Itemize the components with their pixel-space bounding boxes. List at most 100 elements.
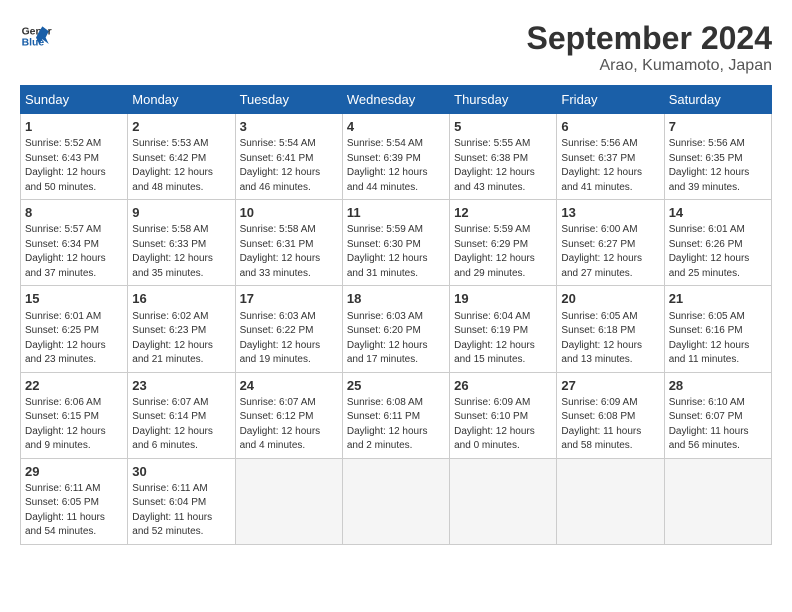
day-number: 8	[25, 204, 123, 222]
day-number: 12	[454, 204, 552, 222]
day-info: Sunrise: 6:06 AMSunset: 6:15 PMDaylight:…	[25, 396, 123, 454]
day-info: Sunrise: 6:01 AMSunset: 6:26 PMDaylight:…	[669, 223, 767, 281]
day-info: Sunrise: 6:03 AMSunset: 6:22 PMDaylight:…	[240, 310, 338, 368]
table-row: 20 Sunrise: 6:05 AMSunset: 6:18 PMDayligh…	[557, 286, 664, 372]
table-row: 26Sunrise: 6:09 AMSunset: 6:10 PMDayligh…	[450, 372, 557, 458]
day-info: Sunrise: 6:07 AMSunset: 6:12 PMDaylight:…	[240, 396, 338, 454]
day-number: 2	[132, 118, 230, 136]
day-number: 17	[240, 290, 338, 308]
day-number: 9	[132, 204, 230, 222]
table-row: 13Sunrise: 6:00 AMSunset: 6:27 PMDayligh…	[557, 200, 664, 286]
table-row: 19 Sunrise: 6:04 AMSunset: 6:19 PMDayligh…	[450, 286, 557, 372]
day-number: 24	[240, 377, 338, 395]
day-number: 16	[132, 290, 230, 308]
table-row: 21 Sunrise: 6:05 AMSunset: 6:16 PMDayligh…	[664, 286, 771, 372]
table-row	[235, 458, 342, 544]
header: General Blue September 2024 Arao, Kumamo…	[20, 20, 772, 75]
day-info: Sunrise: 5:58 AMSunset: 6:31 PMDaylight:…	[240, 223, 338, 281]
col-wednesday: Wednesday	[342, 86, 449, 114]
calendar-week-row: 22Sunrise: 6:06 AMSunset: 6:15 PMDayligh…	[21, 372, 772, 458]
logo-icon: General Blue	[20, 20, 52, 52]
day-number: 11	[347, 204, 445, 222]
table-row: 1Sunrise: 5:52 AMSunset: 6:43 PMDaylight…	[21, 114, 128, 200]
calendar-week-row: 15 Sunrise: 6:01 AMSunset: 6:25 PMDayligh…	[21, 286, 772, 372]
day-info: Sunrise: 6:00 AMSunset: 6:27 PMDaylight:…	[561, 223, 659, 281]
col-tuesday: Tuesday	[235, 86, 342, 114]
table-row: 11Sunrise: 5:59 AMSunset: 6:30 PMDayligh…	[342, 200, 449, 286]
col-sunday: Sunday	[21, 86, 128, 114]
calendar-week-row: 8Sunrise: 5:57 AMSunset: 6:34 PMDaylight…	[21, 200, 772, 286]
day-number: 14	[669, 204, 767, 222]
day-number: 21	[669, 290, 767, 308]
day-info: Sunrise: 6:01 AMSunset: 6:25 PMDaylight:…	[25, 310, 123, 368]
day-number: 15	[25, 290, 123, 308]
col-friday: Friday	[557, 86, 664, 114]
day-number: 22	[25, 377, 123, 395]
table-row: 25Sunrise: 6:08 AMSunset: 6:11 PMDayligh…	[342, 372, 449, 458]
day-number: 29	[25, 463, 123, 481]
table-row: 5Sunrise: 5:55 AMSunset: 6:38 PMDaylight…	[450, 114, 557, 200]
day-info: Sunrise: 6:05 AMSunset: 6:18 PMDaylight:…	[561, 310, 659, 368]
day-number: 10	[240, 204, 338, 222]
table-row: 22Sunrise: 6:06 AMSunset: 6:15 PMDayligh…	[21, 372, 128, 458]
day-info: Sunrise: 5:59 AMSunset: 6:29 PMDaylight:…	[454, 223, 552, 281]
day-info: Sunrise: 6:07 AMSunset: 6:14 PMDaylight:…	[132, 396, 230, 454]
logo: General Blue	[20, 20, 52, 52]
day-number: 5	[454, 118, 552, 136]
day-info: Sunrise: 6:05 AMSunset: 6:16 PMDaylight:…	[669, 310, 767, 368]
day-info: Sunrise: 5:54 AMSunset: 6:41 PMDaylight:…	[240, 137, 338, 195]
table-row: 14Sunrise: 6:01 AMSunset: 6:26 PMDayligh…	[664, 200, 771, 286]
day-info: Sunrise: 5:55 AMSunset: 6:38 PMDaylight:…	[454, 137, 552, 195]
title-area: September 2024 Arao, Kumamoto, Japan	[527, 20, 772, 75]
day-info: Sunrise: 6:04 AMSunset: 6:19 PMDaylight:…	[454, 310, 552, 368]
calendar-header-row: Sunday Monday Tuesday Wednesday Thursday…	[21, 86, 772, 114]
day-info: Sunrise: 6:02 AMSunset: 6:23 PMDaylight:…	[132, 310, 230, 368]
table-row: 24Sunrise: 6:07 AMSunset: 6:12 PMDayligh…	[235, 372, 342, 458]
table-row: 2Sunrise: 5:53 AMSunset: 6:42 PMDaylight…	[128, 114, 235, 200]
table-row: 10Sunrise: 5:58 AMSunset: 6:31 PMDayligh…	[235, 200, 342, 286]
day-info: Sunrise: 5:56 AMSunset: 6:37 PMDaylight:…	[561, 137, 659, 195]
table-row: 3Sunrise: 5:54 AMSunset: 6:41 PMDaylight…	[235, 114, 342, 200]
day-info: Sunrise: 6:11 AMSunset: 6:04 PMDaylight:…	[132, 482, 230, 540]
day-info: Sunrise: 6:10 AMSunset: 6:07 PMDaylight:…	[669, 396, 767, 454]
day-number: 4	[347, 118, 445, 136]
calendar-table: Sunday Monday Tuesday Wednesday Thursday…	[20, 85, 772, 545]
day-info: Sunrise: 5:56 AMSunset: 6:35 PMDaylight:…	[669, 137, 767, 195]
day-number: 26	[454, 377, 552, 395]
day-info: Sunrise: 6:11 AMSunset: 6:05 PMDaylight:…	[25, 482, 123, 540]
table-row: 17 Sunrise: 6:03 AMSunset: 6:22 PMDayligh…	[235, 286, 342, 372]
table-row: 23Sunrise: 6:07 AMSunset: 6:14 PMDayligh…	[128, 372, 235, 458]
day-info: Sunrise: 6:09 AMSunset: 6:10 PMDaylight:…	[454, 396, 552, 454]
table-row: 28Sunrise: 6:10 AMSunset: 6:07 PMDayligh…	[664, 372, 771, 458]
day-number: 13	[561, 204, 659, 222]
day-info: Sunrise: 5:53 AMSunset: 6:42 PMDaylight:…	[132, 137, 230, 195]
day-info: Sunrise: 5:52 AMSunset: 6:43 PMDaylight:…	[25, 137, 123, 195]
table-row	[664, 458, 771, 544]
calendar-week-row: 1Sunrise: 5:52 AMSunset: 6:43 PMDaylight…	[21, 114, 772, 200]
table-row	[450, 458, 557, 544]
day-info: Sunrise: 5:59 AMSunset: 6:30 PMDaylight:…	[347, 223, 445, 281]
col-saturday: Saturday	[664, 86, 771, 114]
day-number: 20	[561, 290, 659, 308]
day-number: 28	[669, 377, 767, 395]
table-row: 8Sunrise: 5:57 AMSunset: 6:34 PMDaylight…	[21, 200, 128, 286]
day-number: 7	[669, 118, 767, 136]
day-number: 19	[454, 290, 552, 308]
day-info: Sunrise: 5:57 AMSunset: 6:34 PMDaylight:…	[25, 223, 123, 281]
table-row	[342, 458, 449, 544]
day-info: Sunrise: 6:09 AMSunset: 6:08 PMDaylight:…	[561, 396, 659, 454]
table-row: 6Sunrise: 5:56 AMSunset: 6:37 PMDaylight…	[557, 114, 664, 200]
table-row: 9Sunrise: 5:58 AMSunset: 6:33 PMDaylight…	[128, 200, 235, 286]
col-monday: Monday	[128, 86, 235, 114]
day-number: 23	[132, 377, 230, 395]
table-row: 16 Sunrise: 6:02 AMSunset: 6:23 PMDayligh…	[128, 286, 235, 372]
table-row: 29Sunrise: 6:11 AMSunset: 6:05 PMDayligh…	[21, 458, 128, 544]
calendar-subtitle: Arao, Kumamoto, Japan	[527, 57, 772, 75]
day-number: 3	[240, 118, 338, 136]
day-info: Sunrise: 6:03 AMSunset: 6:20 PMDaylight:…	[347, 310, 445, 368]
day-number: 18	[347, 290, 445, 308]
table-row: 27Sunrise: 6:09 AMSunset: 6:08 PMDayligh…	[557, 372, 664, 458]
day-number: 6	[561, 118, 659, 136]
table-row: 4Sunrise: 5:54 AMSunset: 6:39 PMDaylight…	[342, 114, 449, 200]
day-number: 27	[561, 377, 659, 395]
